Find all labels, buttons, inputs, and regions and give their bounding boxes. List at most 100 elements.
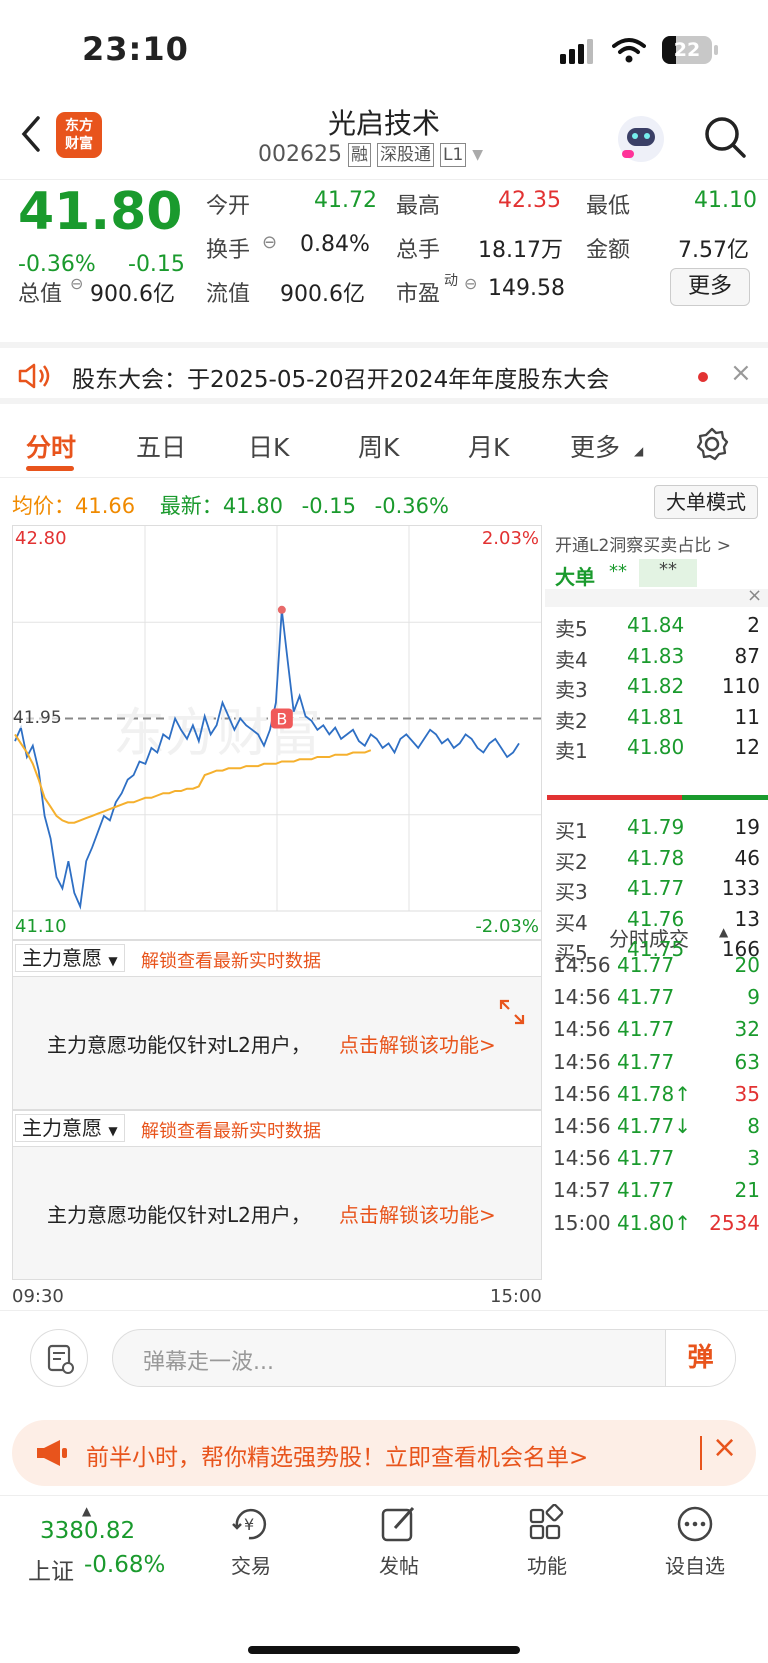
level-volume: 12 bbox=[734, 735, 760, 759]
main-intent-panel: 主力意愿 ▼ 解锁查看最新实时数据 主力意愿功能仅针对L2用户， 点击解锁该功能… bbox=[12, 940, 542, 1110]
tab-more[interactable]: 更多 bbox=[570, 428, 620, 464]
tab-daily[interactable]: 日K bbox=[248, 428, 289, 464]
trade-price: 41.77↓ bbox=[617, 1114, 692, 1138]
level-volume: 110 bbox=[721, 674, 760, 698]
comment-bar: 弹幕走一波... 弹 bbox=[0, 1310, 768, 1410]
unread-dot bbox=[698, 372, 708, 382]
high-value: 42.35 bbox=[498, 188, 561, 213]
masked-value: ** bbox=[609, 561, 627, 582]
trade-time: 14:56 bbox=[553, 1114, 611, 1138]
time-start-label: 09:30 bbox=[12, 1286, 64, 1307]
pe-value: 149.58 bbox=[488, 276, 565, 301]
tab-monthly[interactable]: 月K bbox=[468, 428, 509, 464]
avg-price: 41.66 bbox=[75, 494, 136, 518]
latest-pct: -0.36% bbox=[374, 494, 449, 518]
tag-connect: 深股通 bbox=[376, 142, 434, 167]
status-bar: 23:10 22 bbox=[0, 0, 768, 100]
field-label: 总手 bbox=[396, 238, 441, 263]
more-dots-icon bbox=[677, 1506, 713, 1542]
index-value[interactable]: 3380.82 bbox=[40, 1518, 135, 1544]
unlock-feature-link[interactable]: 点击解锁该功能> bbox=[339, 1199, 496, 1228]
trade-row: 14:56 41.77 63 bbox=[545, 1050, 768, 1082]
caret-up-icon: ▲ bbox=[82, 1504, 92, 1518]
level-label: 买1 bbox=[555, 819, 588, 843]
expand-icon[interactable] bbox=[497, 997, 527, 1027]
close-icon[interactable]: × bbox=[747, 585, 762, 606]
svg-text:¥: ¥ bbox=[244, 1515, 254, 1534]
robot-avatar-icon[interactable] bbox=[618, 116, 664, 162]
stock-code: 002625 bbox=[258, 142, 342, 167]
period-tabs: 分时 五日 日K 周K 月K 更多 ◢ bbox=[0, 410, 768, 478]
trade-price: 41.78↑ bbox=[617, 1081, 692, 1106]
search-icon[interactable] bbox=[702, 114, 748, 160]
info-icon[interactable]: ⊖ bbox=[262, 232, 277, 253]
volume-value: 18.17万 bbox=[478, 238, 563, 263]
trade-volume: 3 bbox=[747, 1146, 760, 1171]
more-button[interactable]: 更多 bbox=[670, 268, 750, 306]
nav-label: 设自选 bbox=[665, 1554, 725, 1578]
home-indicator bbox=[248, 1646, 520, 1654]
turnover-value: 0.84% bbox=[300, 232, 370, 257]
gear-icon[interactable] bbox=[694, 426, 730, 462]
speaker-icon bbox=[18, 363, 50, 389]
latest-price: 41.80 bbox=[222, 494, 283, 518]
info-icon[interactable]: ⊖ bbox=[464, 274, 477, 293]
buy-marker-label: B bbox=[276, 710, 287, 729]
trade-row: 14:56 41.77 20 bbox=[545, 953, 768, 985]
nav-functions[interactable]: 功能 bbox=[492, 1504, 602, 1579]
masked-value: ** bbox=[639, 559, 697, 587]
indicator-selector[interactable]: 主力意愿 ▼ bbox=[15, 1114, 125, 1142]
info-icon[interactable]: ⊖ bbox=[70, 274, 83, 293]
trade-row: 14:56 41.77 9 bbox=[545, 985, 768, 1017]
danmaku-send-button[interactable]: 弹 bbox=[665, 1330, 735, 1386]
big-order-label: 大单 bbox=[555, 565, 595, 589]
unlock-link[interactable]: 解锁查看最新实时数据 bbox=[141, 1117, 321, 1143]
close-icon[interactable]: × bbox=[712, 1430, 737, 1465]
nav-post[interactable]: 发帖 bbox=[344, 1504, 454, 1579]
level-price: 41.82 bbox=[627, 674, 685, 698]
ask-row: 卖2 41.81 11 bbox=[545, 705, 768, 737]
nav-add-watchlist[interactable]: 设自选 bbox=[640, 1504, 750, 1579]
trade-time: 14:56 bbox=[553, 1049, 611, 1074]
field-label: 总值 bbox=[18, 282, 63, 307]
bottom-nav: ▲ 3380.82 上证 -0.68% ¥ 交易 发帖 功能 设自选 bbox=[0, 1495, 768, 1663]
trade-volume: 8 bbox=[747, 1114, 760, 1138]
trade-volume: 21 bbox=[734, 1178, 760, 1203]
promo-banner[interactable]: 前半小时，帮你精选强势股！立即查看机会名单> × bbox=[12, 1420, 756, 1486]
trade-row: 14:57 41.77 21 bbox=[545, 1178, 768, 1210]
note-icon[interactable] bbox=[30, 1329, 88, 1387]
level-volume: 11 bbox=[734, 704, 760, 729]
grid-icon bbox=[529, 1504, 564, 1540]
level-label: 买4 bbox=[555, 910, 588, 935]
buy-ratio-bar bbox=[682, 795, 768, 800]
big-order-mode-button[interactable]: 大单模式 bbox=[654, 485, 758, 519]
level-price: 41.78 bbox=[627, 845, 685, 870]
unlock-feature-link[interactable]: 点击解锁该功能> bbox=[339, 1029, 496, 1058]
indicator-selector[interactable]: 主力意愿 ▼ bbox=[15, 944, 125, 972]
main-intent-panel: 主力意愿 ▼ 解锁查看最新实时数据 主力意愿功能仅针对L2用户， 点击解锁该功能… bbox=[12, 1110, 542, 1280]
trade-price: 41.77 bbox=[617, 985, 675, 1010]
battery-icon: 22 bbox=[662, 36, 712, 64]
danmaku-input[interactable]: 弹幕走一波... 弹 bbox=[112, 1329, 736, 1387]
l2-promo-link[interactable]: 开通L2洞察买卖占比 > bbox=[555, 531, 731, 556]
last-price: 41.80 bbox=[18, 182, 183, 242]
index-name: 上证 bbox=[28, 1559, 74, 1585]
trade-price: 41.77 bbox=[617, 1017, 675, 1042]
pct-max-label: 2.03% bbox=[481, 528, 539, 549]
l2-only-message: 主力意愿功能仅针对L2用户， bbox=[47, 1033, 311, 1057]
close-icon[interactable]: × bbox=[730, 358, 752, 388]
bid-row: 买3 41.77 133 bbox=[545, 876, 768, 908]
unlock-link[interactable]: 解锁查看最新实时数据 bbox=[141, 947, 321, 973]
nav-trade[interactable]: ¥ 交易 bbox=[196, 1504, 306, 1579]
field-label: 市盈 bbox=[396, 282, 441, 307]
notice-bar[interactable]: 股东大会：于2025-05-20召开2024年年度股东大会 × bbox=[0, 342, 768, 404]
nav-label: 功能 bbox=[527, 1554, 567, 1578]
field-label: 今开 bbox=[206, 194, 251, 219]
tab-weekly[interactable]: 周K bbox=[358, 428, 399, 464]
chevron-down-icon[interactable]: ▼ bbox=[472, 147, 483, 163]
intraday-chart[interactable]: 东方财富 B 42.80 2.03% 41.10 -2.03% 41.95 bbox=[12, 525, 542, 940]
tab-5day[interactable]: 五日 bbox=[136, 428, 186, 464]
peak-marker bbox=[277, 605, 286, 614]
triangle-icon: ◢ bbox=[634, 444, 644, 458]
tab-intraday[interactable]: 分时 bbox=[26, 428, 76, 464]
